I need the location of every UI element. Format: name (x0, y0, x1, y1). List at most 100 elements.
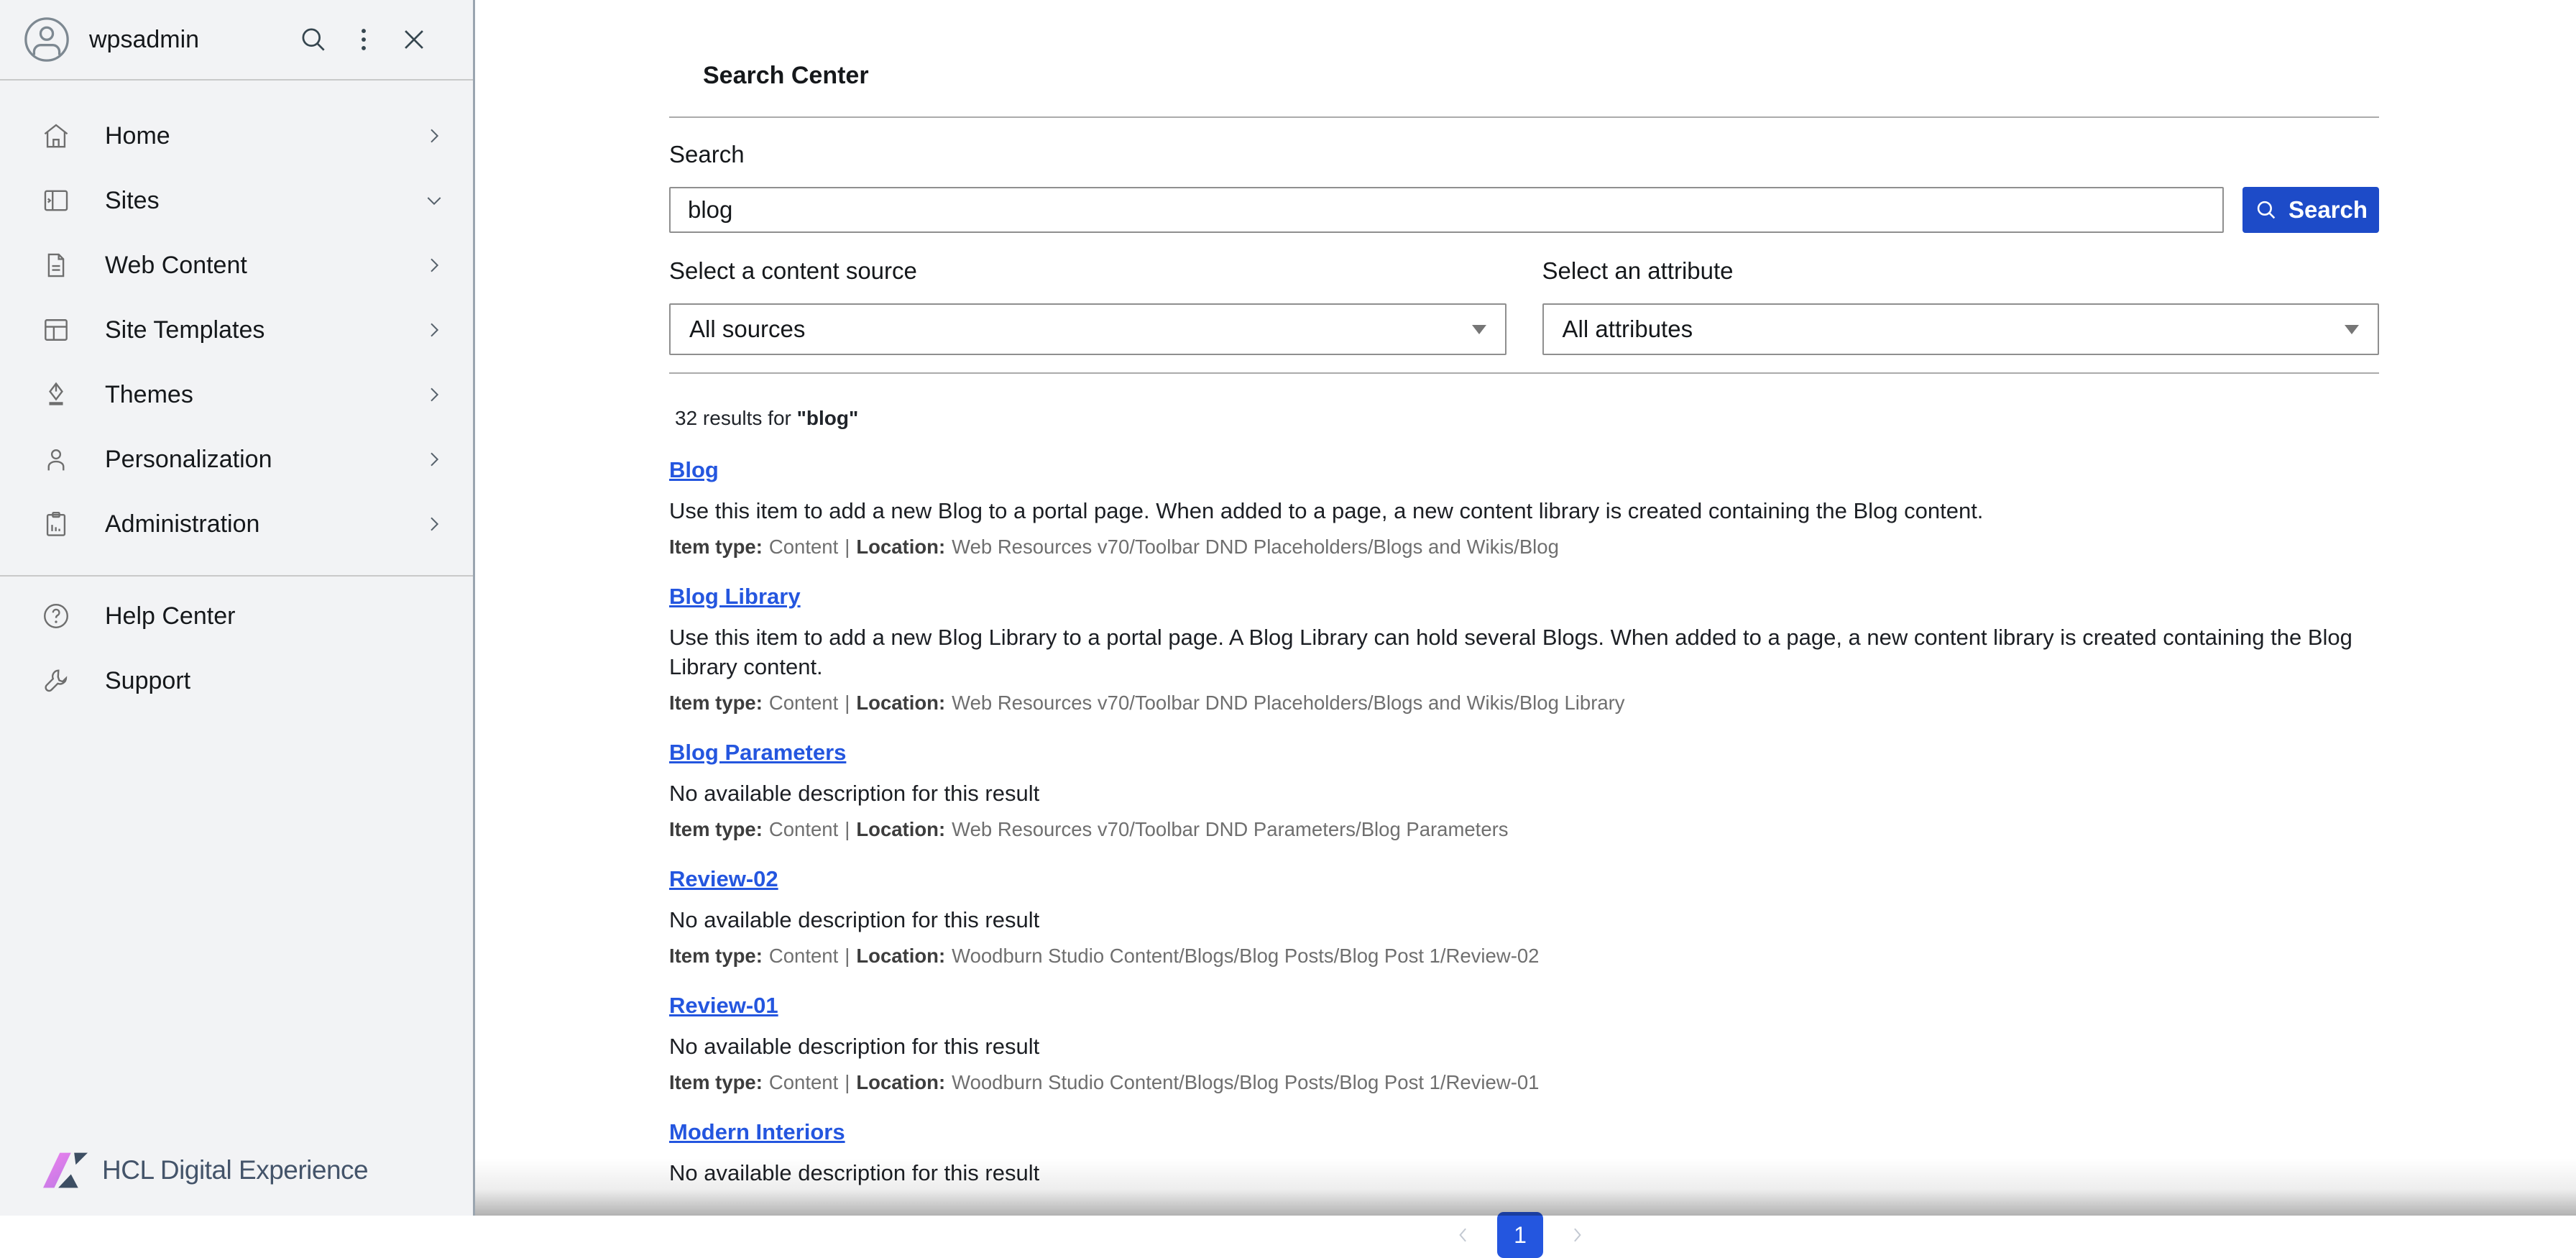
sidebar-header: wpsadmin (0, 0, 473, 81)
sidebar-item-administration[interactable]: Administration (0, 492, 473, 556)
result-title-link[interactable]: Blog (669, 457, 719, 483)
sidebar-item-themes[interactable]: Themes (0, 362, 473, 427)
user-avatar-icon (23, 16, 70, 63)
results-summary-term: "blog" (797, 407, 859, 429)
sidebar-item-web-content[interactable]: Web Content (0, 233, 473, 298)
chevron-right-icon (423, 383, 446, 406)
sidebar-item-personalization[interactable]: Personalization (0, 427, 473, 492)
page-title: Search Center (703, 63, 2379, 88)
search-result: Review-02 No available description for t… (669, 866, 2371, 968)
attribute-select[interactable]: All attributes (1542, 303, 2380, 355)
sidebar-item-label: Themes (105, 381, 423, 409)
location-value: Web Resources v70/Toolbar DND Placeholde… (952, 692, 1624, 714)
search-result: Review-01 No available description for t… (669, 993, 2371, 1095)
sidebar-item-sites[interactable]: Sites (0, 168, 473, 233)
title-divider (669, 116, 2379, 118)
close-icon[interactable] (398, 24, 430, 55)
sidebar-item-support[interactable]: Support (0, 648, 473, 713)
sidebar-footer-menu: Help Center Support (0, 577, 473, 713)
administration-icon (40, 508, 72, 540)
search-result: Modern Interiors No available descriptio… (669, 1119, 2371, 1188)
filter-row: Select a content source All sources Sele… (669, 234, 2379, 355)
app-window: wpsadmin Home Sites (0, 0, 2576, 1216)
chevron-down-icon (423, 189, 446, 212)
result-description: No available description for this result (669, 1032, 2371, 1061)
themes-icon (40, 379, 72, 410)
chevron-right-icon (423, 448, 446, 471)
item-type-value: Content (769, 818, 838, 840)
sidebar-item-site-templates[interactable]: Site Templates (0, 298, 473, 362)
sidebar-item-label: Sites (105, 187, 423, 215)
personalization-icon (40, 444, 72, 475)
result-description: No available description for this result (669, 1158, 2371, 1188)
chevron-right-icon (423, 124, 446, 147)
location-value: Woodburn Studio Content/Blogs/Blog Posts… (952, 1071, 1539, 1093)
result-title-link[interactable]: Review-02 (669, 866, 778, 892)
result-title-link[interactable]: Blog Parameters (669, 740, 846, 766)
logo-text: HCL Digital Experience (102, 1155, 368, 1185)
location-label: Location: (856, 945, 945, 967)
result-meta: Item type: Content | Location: Woodburn Stud… (669, 944, 2371, 968)
sidebar-item-label: Personalization (105, 446, 423, 474)
sites-icon (40, 185, 72, 216)
location-label: Location: (856, 818, 945, 840)
item-type-label: Item type: (669, 536, 763, 558)
search-icon[interactable] (298, 24, 329, 55)
hcl-dx-logo: HCL Digital Experience (0, 1147, 473, 1216)
user-name: wpsadmin (89, 26, 279, 54)
search-result: Blog Library Use this item to add a new … (669, 584, 2371, 715)
result-description: Use this item to add a new Blog to a por… (669, 496, 2371, 525)
item-type-value: Content (769, 1071, 838, 1093)
sidebar-item-home[interactable]: Home (0, 104, 473, 168)
result-title-link[interactable]: Review-01 (669, 993, 778, 1019)
sidebar-item-label: Support (105, 667, 446, 695)
pagination: 1 (669, 1212, 2371, 1258)
results-list: Blog Use this item to add a new Blog to … (669, 457, 2371, 1188)
search-result: Blog Parameters No available description… (669, 740, 2371, 842)
chevron-right-icon (423, 254, 446, 277)
pagination-prev-icon[interactable] (1453, 1224, 1474, 1246)
item-type-label: Item type: (669, 692, 763, 714)
content-source-select[interactable]: All sources (669, 303, 1506, 355)
content-source-label: Select a content source (669, 257, 1506, 285)
search-button-icon (2254, 198, 2278, 222)
meta-separator: | (845, 818, 850, 840)
result-title-link[interactable]: Modern Interiors (669, 1119, 845, 1145)
search-center-page: Search Center Search Search Select a con… (475, 0, 2576, 1216)
item-type-label: Item type: (669, 818, 763, 840)
item-type-value: Content (769, 945, 838, 967)
item-type-label: Item type: (669, 945, 763, 967)
overflow-menu-icon[interactable] (348, 24, 380, 55)
web-content-icon (40, 249, 72, 281)
search-row: Search (669, 187, 2379, 233)
pagination-page-1[interactable]: 1 (1497, 1212, 1543, 1258)
hcl-logo-icon (43, 1152, 88, 1188)
result-description: No available description for this result (669, 779, 2371, 808)
sidebar-item-label: Home (105, 122, 423, 150)
location-value: Web Resources v70/Toolbar DND Parameters… (952, 818, 1508, 840)
pagination-next-icon[interactable] (1566, 1224, 1588, 1246)
sidebar-menu: Home Sites Web Content Site Templates Th… (0, 81, 473, 556)
sidebar-item-label: Web Content (105, 252, 423, 280)
result-meta: Item type:Content|Location:Web Resources… (669, 535, 2371, 559)
result-description: Use this item to add a new Blog Library … (669, 623, 2371, 681)
result-description: No available description for this result (669, 905, 2371, 935)
meta-separator: | (845, 945, 850, 967)
meta-separator: | (845, 536, 850, 558)
location-label: Location: (856, 536, 945, 558)
sidebar-item-label: Help Center (105, 602, 446, 630)
search-button[interactable]: Search (2242, 187, 2379, 233)
sidebar-item-label: Administration (105, 510, 423, 538)
meta-separator: | (845, 692, 850, 714)
support-icon (40, 665, 72, 697)
result-title-link[interactable]: Blog Library (669, 584, 801, 610)
location-label: Location: (856, 1071, 945, 1093)
location-value: Woodburn Studio Content/Blogs/Blog Posts… (952, 945, 1539, 967)
dropdown-caret-icon (1472, 325, 1486, 334)
sidebar: wpsadmin Home Sites (0, 0, 475, 1216)
attribute-label: Select an attribute (1542, 257, 2380, 285)
sidebar-item-help-center[interactable]: Help Center (0, 584, 473, 648)
help-center-icon (40, 600, 72, 632)
search-input[interactable] (669, 187, 2224, 233)
item-type-value: Content (769, 692, 838, 714)
